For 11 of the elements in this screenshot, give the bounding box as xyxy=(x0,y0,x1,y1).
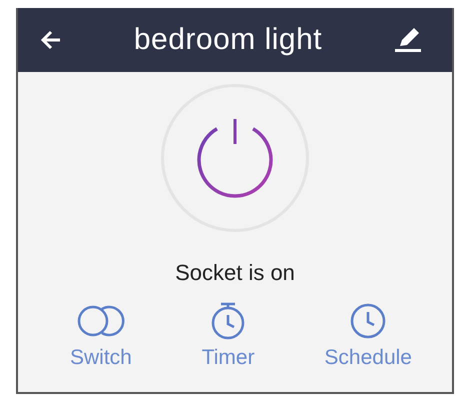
edit-icon[interactable] xyxy=(394,27,422,53)
toggle-icon xyxy=(76,304,125,338)
action-button[interactable]: Schedule xyxy=(324,302,412,370)
back-icon[interactable] xyxy=(40,30,62,50)
power-icon xyxy=(197,119,273,198)
window-title: bedroom light xyxy=(134,23,322,57)
action-button[interactable]: Timer xyxy=(202,302,255,370)
stopwatch-icon xyxy=(210,302,246,340)
status-text: Socket is on xyxy=(175,260,295,286)
clock-icon xyxy=(350,303,386,339)
action-button[interactable]: Switch xyxy=(70,302,132,370)
